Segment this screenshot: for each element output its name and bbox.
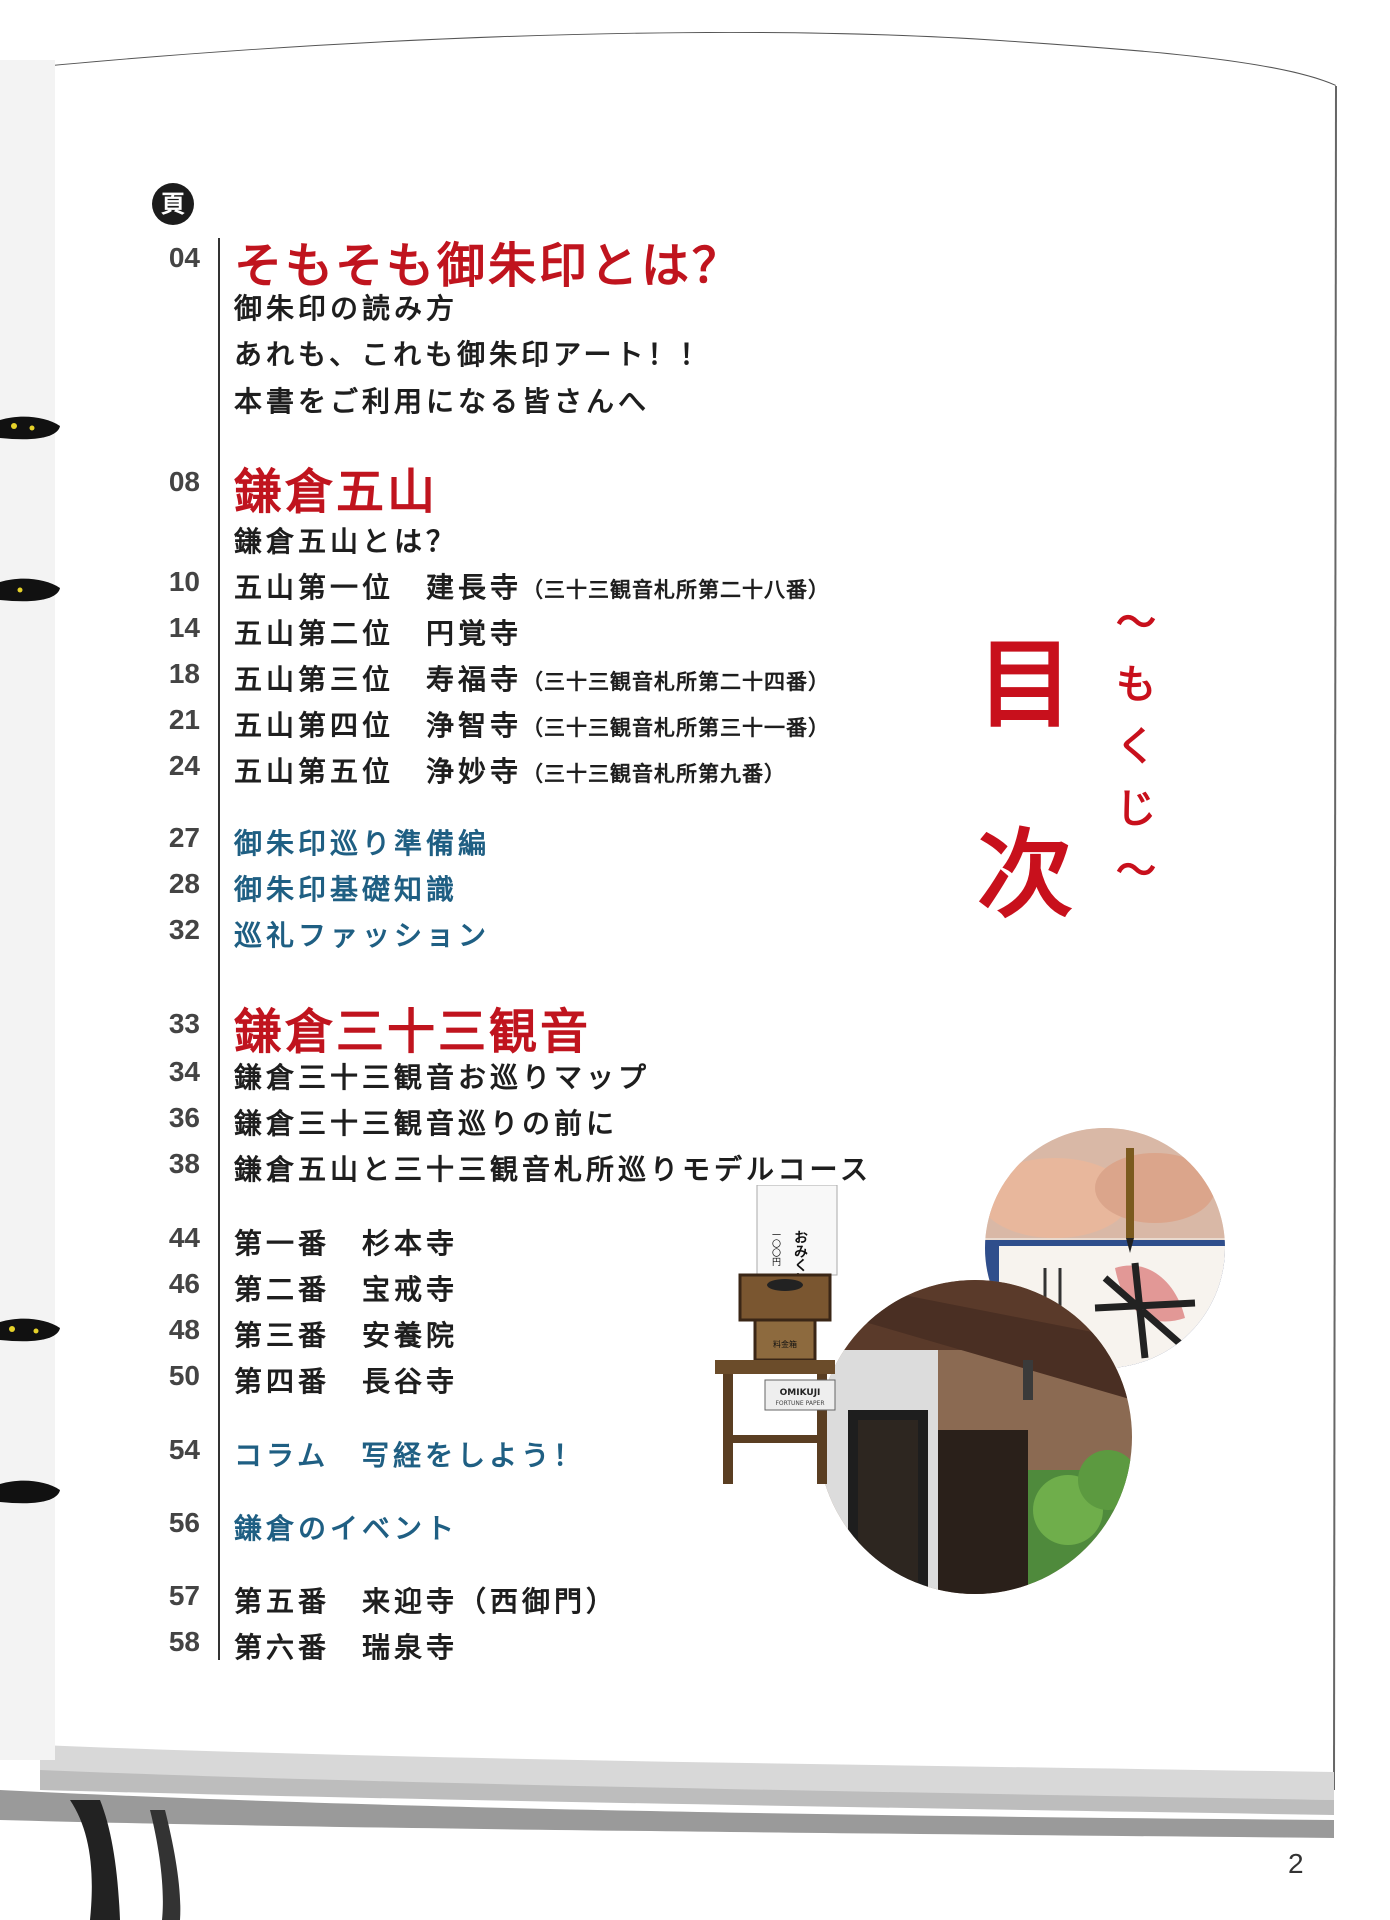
toc-row[interactable]: 08 鎌倉五山	[0, 460, 900, 520]
toc-entry-title: 鎌倉三十三観音お巡りマップ	[234, 1061, 651, 1094]
toc-row[interactable]: 04 そもそも御朱印とは？	[0, 232, 900, 294]
toc-row[interactable]: 27 御朱印巡り準備編	[0, 822, 900, 868]
toc-page-number: 36	[168, 1102, 200, 1133]
toc-entry-title: 第三番 安養院	[234, 1319, 459, 1352]
contents-subtitle: 〜 も く じ 〜	[1108, 592, 1164, 902]
toc-page-number: 04	[168, 242, 200, 273]
toc-entry-title: コラム 写経をしよう！	[234, 1439, 586, 1472]
subtitle-char: く	[1116, 724, 1156, 770]
toc-entry-title: 鎌倉五山と三十三観音札所巡りモデルコース	[234, 1153, 873, 1186]
subtitle-char: も	[1116, 662, 1156, 708]
toc-entry-title: 巡礼ファッション	[234, 919, 491, 952]
toc-page-number: 28	[168, 868, 200, 899]
toc-row[interactable]: 34 鎌倉三十三観音お巡りマップ	[0, 1056, 900, 1102]
subtitle-char: 〜	[1116, 848, 1156, 894]
toc-entry-title: 第五番 来迎寺（西御門）	[234, 1585, 619, 1618]
toc-page-number: 33	[168, 1008, 200, 1039]
page-badge: 頁	[152, 183, 194, 225]
fortune-sublabel: FORTUNE PAPER	[775, 1400, 824, 1407]
toc-entry-main: 五山第一位 建長寺	[234, 571, 523, 604]
toc-entry-title: 御朱印巡り準備編	[234, 827, 491, 860]
toc-section-title: 鎌倉五山	[234, 464, 439, 520]
toc-row[interactable]: 21 五山第四位 浄智寺（三十三観音札所第三十一番）	[0, 704, 900, 750]
toc-entry-title: 第四番 長谷寺	[234, 1365, 459, 1398]
toc-entry-title: 本書をご利用になる皆さんへ	[234, 385, 651, 418]
toc-page-number: 27	[168, 822, 200, 853]
toc-entry-title: 御朱印基礎知識	[234, 873, 459, 906]
toc-row[interactable]: 鎌倉五山とは？	[0, 520, 900, 566]
toc-entry-subtitle: （三十三観音札所第二十四番）	[522, 670, 831, 694]
toc-entry-title: 鎌倉五山とは？	[234, 525, 459, 558]
toc-row[interactable]: 36 鎌倉三十三観音巡りの前に	[0, 1102, 900, 1148]
subtitle-char: じ	[1116, 786, 1156, 832]
toc-row[interactable]: 24 五山第五位 浄妙寺（三十三観音札所第九番）	[0, 750, 900, 796]
toc-section-title: そもそも御朱印とは？	[234, 238, 744, 294]
toc-entry-title: 五山第四位 浄智寺（三十三観音札所第三十一番）	[234, 704, 830, 744]
toc-entry-title: 第一番 杉本寺	[234, 1227, 459, 1260]
fortune-label: OMIKUJI	[780, 1388, 821, 1398]
toc-entry-title: 五山第三位 寿福寺（三十三観音札所第二十四番）	[234, 658, 830, 698]
toc-page-number: 21	[168, 704, 200, 735]
toc-row[interactable]: 18 五山第三位 寿福寺（三十三観音札所第二十四番）	[0, 658, 900, 704]
toc-row[interactable]: 56 鎌倉のイベント	[0, 1507, 900, 1553]
toc-page-number: 44	[168, 1222, 200, 1253]
toc-row[interactable]: 57 第五番 来迎寺（西御門）	[0, 1580, 900, 1626]
toc-entry-subtitle: （三十三観音札所第二十八番）	[522, 578, 831, 602]
toc-entry-subtitle: （三十三観音札所第九番）	[522, 762, 787, 786]
toc-entry-main: 五山第四位 浄智寺	[234, 709, 523, 742]
toc-row[interactable]: あれも、これも御朱印アート！！	[0, 333, 900, 379]
toc-page-number: 24	[168, 750, 200, 781]
toc-page-number: 57	[168, 1580, 200, 1611]
toc-entry-title: あれも、これも御朱印アート！！	[234, 338, 712, 371]
toc-page-number: 50	[168, 1360, 200, 1391]
toc-row[interactable]: 本書をご利用になる皆さんへ	[0, 380, 900, 426]
toc-page-number: 34	[168, 1056, 200, 1087]
toc-row[interactable]: 33 鎌倉三十三観音	[0, 1000, 900, 1060]
toc-row[interactable]: 32 巡礼ファッション	[0, 914, 900, 960]
omikuji-stand-photo: おみくじ 一〇〇円 料金箱 OMIKUJI FORTUNE PAPER	[715, 1185, 838, 1484]
title-char: 目	[977, 628, 1073, 741]
toc-page-number: 56	[168, 1507, 200, 1538]
toc-entry-title: 五山第二位 円覚寺	[234, 617, 523, 650]
title-char: 次	[977, 818, 1073, 931]
toc-page-number: 38	[168, 1148, 200, 1179]
toc-page-number: 10	[168, 566, 200, 597]
toc-entry-title: 御朱印の読み方	[234, 292, 459, 325]
toc-entry-main: 五山第三位 寿福寺	[234, 663, 523, 696]
toc-row[interactable]: 御朱印の読み方	[0, 287, 900, 333]
toc-page-number: 08	[168, 466, 200, 497]
toc-entry-title: 鎌倉三十三観音巡りの前に	[234, 1107, 619, 1140]
donation-box-label: 料金箱	[773, 1339, 797, 1349]
toc-entry-title: 第二番 宝戒寺	[234, 1273, 459, 1306]
toc-entry-title: 鎌倉のイベント	[234, 1512, 459, 1545]
toc-row[interactable]: 58 第六番 瑞泉寺	[0, 1626, 900, 1672]
toc-section-title: 鎌倉三十三観音	[234, 1004, 592, 1060]
toc-row[interactable]: 14 五山第二位 円覚寺	[0, 612, 900, 658]
toc-row[interactable]: 10 五山第一位 建長寺（三十三観音札所第二十八番）	[0, 566, 900, 612]
toc-entry-title: 五山第五位 浄妙寺（三十三観音札所第九番）	[234, 750, 786, 790]
contents-title: 目 次	[970, 590, 1080, 970]
toc-page-number: 18	[168, 658, 200, 689]
toc-page-number: 46	[168, 1268, 200, 1299]
toc-entry-title: 五山第一位 建長寺（三十三観音札所第二十八番）	[234, 566, 830, 606]
toc-entry-subtitle: （三十三観音札所第三十一番）	[522, 716, 831, 740]
toc-page-number: 58	[168, 1626, 200, 1657]
omikuji-price-text: 一〇〇円	[770, 1230, 781, 1267]
toc-entry-title: 第六番 瑞泉寺	[234, 1631, 459, 1664]
toc-row[interactable]: 28 御朱印基礎知識	[0, 868, 900, 914]
toc-entry-main: 五山第五位 浄妙寺	[234, 755, 523, 788]
page-number: 2	[1288, 1848, 1304, 1879]
toc-page-number: 54	[168, 1434, 200, 1465]
toc-page-number: 14	[168, 612, 200, 643]
toc-page-number: 32	[168, 914, 200, 945]
subtitle-char: 〜	[1116, 600, 1156, 646]
toc-page-number: 48	[168, 1314, 200, 1345]
